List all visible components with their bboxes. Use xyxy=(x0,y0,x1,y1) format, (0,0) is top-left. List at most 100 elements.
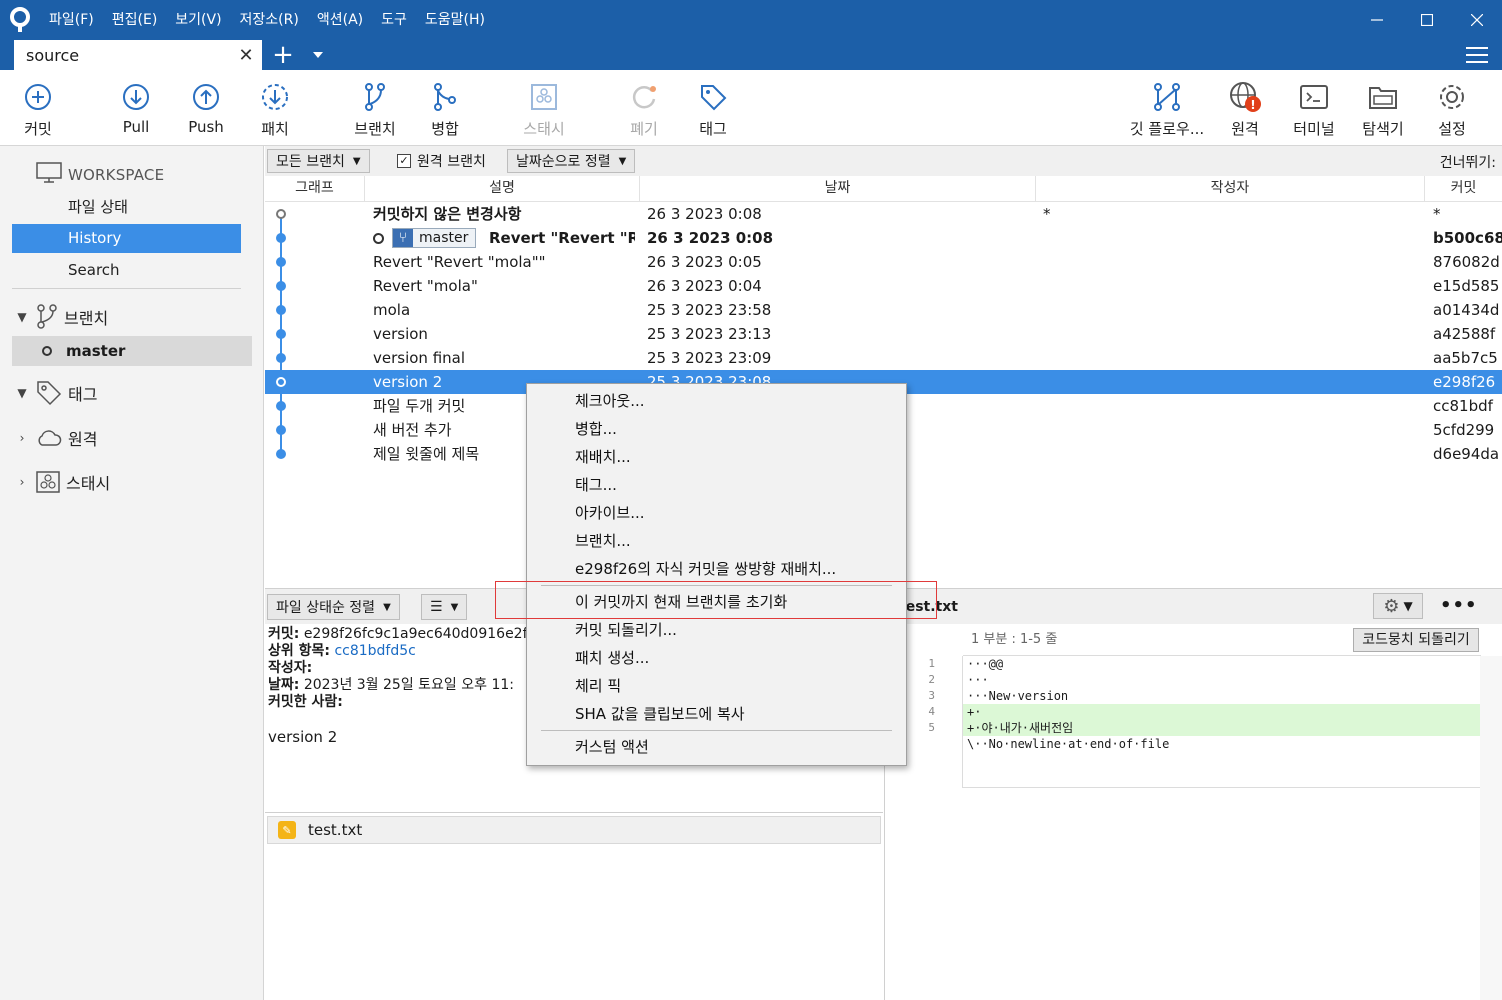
tab-source[interactable]: source ✕ xyxy=(14,40,262,70)
jump-to-label: 건너뛰기: xyxy=(1439,155,1496,171)
chevron-down-icon: ▼ xyxy=(450,601,459,613)
column-author[interactable]: 작성자 xyxy=(1036,176,1425,202)
modified-file-icon: ✎ xyxy=(278,821,296,839)
menu-item-rebase[interactable]: 재배치... xyxy=(527,443,906,471)
maximize-button[interactable] xyxy=(1402,0,1452,40)
sort-order-dropdown[interactable]: 날짜순으로 정렬 ▼ xyxy=(507,149,636,173)
sidebar-group-remotes[interactable]: › 원격 xyxy=(14,426,98,450)
add-tab-button[interactable]: + xyxy=(271,41,295,69)
push-button[interactable]: Push xyxy=(170,78,242,136)
commit-row[interactable]: mola 25 3 2023 23:58 a01434d xyxy=(265,298,1502,322)
menu-item-custom-actions[interactable]: 커스텀 액션 xyxy=(527,733,906,761)
pull-icon xyxy=(100,78,172,116)
column-date[interactable]: 날짜 xyxy=(640,176,1036,202)
tab-title: source xyxy=(26,45,80,65)
close-tab-icon[interactable]: ✕ xyxy=(236,45,256,66)
stash-button[interactable]: 스태시 xyxy=(508,78,580,139)
graph-node xyxy=(276,353,286,363)
branch-icon xyxy=(339,78,411,116)
menu-tools[interactable]: 도구 xyxy=(372,0,416,40)
branch-filter-dropdown[interactable]: 모든 브랜치 ▼ xyxy=(267,149,370,173)
menu-item-revert-commit[interactable]: 커밋 되돌리기... xyxy=(527,616,906,644)
monitor-icon xyxy=(36,162,62,188)
chevron-down-icon: ▼ xyxy=(17,386,27,400)
menu-item-cherry-pick[interactable]: 체리 픽 xyxy=(527,672,906,700)
merge-button[interactable]: 병합 xyxy=(409,78,481,139)
sidebar-item-file-status[interactable]: 파일 상태 xyxy=(12,193,241,222)
commit-context-menu: 체크아웃... 병합... 재배치... 태그... 아카이브... 브랜치..… xyxy=(526,383,907,766)
sidebar-item-history[interactable]: History xyxy=(12,224,241,253)
column-commit[interactable]: 커밋 xyxy=(1425,176,1502,202)
menu-actions[interactable]: 액션(A) xyxy=(308,0,372,40)
commit-row[interactable]: Revert "Revert "mola"" 26 3 2023 0:05 87… xyxy=(265,250,1502,274)
menu-item-checkout[interactable]: 체크아웃... xyxy=(527,387,906,415)
settings-button[interactable]: 설정 xyxy=(1416,78,1488,139)
discard-button[interactable]: 폐기 xyxy=(608,78,680,139)
commit-row[interactable]: version final 25 3 2023 23:09 aa5b7c5 xyxy=(265,346,1502,370)
commit-row[interactable]: Revert "mola" 26 3 2023 0:04 e15d585 xyxy=(265,274,1502,298)
column-graph[interactable]: 그래프 xyxy=(265,176,365,202)
menu-item-archive[interactable]: 아카이브... xyxy=(527,499,906,527)
menu-repository[interactable]: 저장소(R) xyxy=(231,0,308,40)
commit-row[interactable]: ⑂ master Revert "Revert "Revert "mola"""… xyxy=(265,226,1502,250)
tab-bar: source ✕ + xyxy=(0,40,1502,70)
commit-row[interactable]: 커밋하지 않은 변경사항 26 3 2023 0:08 * * xyxy=(265,202,1502,226)
hamburger-menu-icon[interactable] xyxy=(1466,44,1488,66)
tag-button[interactable]: 태그 xyxy=(677,78,749,139)
menu-item-merge[interactable]: 병합... xyxy=(527,415,906,443)
discard-icon xyxy=(608,78,680,116)
menu-edit[interactable]: 편집(E) xyxy=(103,0,167,40)
more-options-icon[interactable]: ••• xyxy=(1440,595,1478,616)
changed-file-row[interactable]: ✎ test.txt xyxy=(267,816,881,844)
close-window-button[interactable] xyxy=(1452,0,1502,40)
menu-help[interactable]: 도움말(H) xyxy=(416,0,494,40)
svg-text:!: ! xyxy=(1250,98,1255,112)
menu-item-tag[interactable]: 태그... xyxy=(527,471,906,499)
commit-sha: e298f26fc9c1a9ec640d0916e2f xyxy=(303,626,528,642)
sidebar-branch-master[interactable]: master xyxy=(12,336,252,366)
menu-item-create-patch[interactable]: 패치 생성... xyxy=(527,644,906,672)
pull-button[interactable]: Pull xyxy=(100,78,172,136)
sidebar-group-branches[interactable]: ▼ 브랜치 xyxy=(14,304,108,330)
menu-item-copy-sha[interactable]: SHA 값을 클립보드에 복사 xyxy=(527,700,906,728)
parent-commit-link[interactable]: cc81bdfd5c xyxy=(334,643,415,659)
changed-files-list: ✎ test.txt xyxy=(265,812,883,1000)
branch-icon xyxy=(36,304,58,330)
branch-button[interactable]: 브랜치 xyxy=(339,78,411,139)
terminal-button[interactable]: 터미널 xyxy=(1278,78,1350,139)
minimize-button[interactable] xyxy=(1352,0,1402,40)
chevron-right-icon: › xyxy=(19,475,25,489)
stash-icon xyxy=(508,78,580,116)
diff-options-dropdown[interactable]: ⚙ ▼ xyxy=(1373,593,1423,619)
graph-node xyxy=(276,425,286,435)
graph-node-selected xyxy=(276,377,286,387)
fetch-patch-button[interactable]: 패치 xyxy=(239,78,311,139)
file-sort-dropdown[interactable]: 파일 상태순 정렬 ▼ xyxy=(267,594,400,620)
branch-label-master[interactable]: ⑂ master xyxy=(392,228,476,248)
sidebar-group-tags[interactable]: ▼ 태그 xyxy=(14,380,97,406)
column-description[interactable]: 설명 xyxy=(365,176,640,202)
chevron-down-icon: ▼ xyxy=(352,155,361,167)
tag-icon xyxy=(677,78,749,116)
graph-node xyxy=(276,329,286,339)
remote-branches-checkbox[interactable]: ✓ 원격 브랜치 xyxy=(397,151,486,171)
commit-button[interactable]: 커밋 xyxy=(2,78,74,139)
remote-button[interactable]: ! 원격 xyxy=(1209,78,1281,139)
sidebar-item-search[interactable]: Search xyxy=(12,256,241,285)
menu-item-interactive-rebase[interactable]: e298f26의 자식 커밋을 쌍방향 재배치... xyxy=(527,555,906,583)
revert-hunk-button[interactable]: 코드뭉치 되돌리기 xyxy=(1353,628,1479,652)
git-flow-button[interactable]: 깃 플로우... xyxy=(1122,78,1212,139)
commit-row[interactable]: version 25 3 2023 23:13 a42588f xyxy=(265,322,1502,346)
sidebar-group-stashes[interactable]: › 스태시 xyxy=(14,470,110,494)
view-mode-dropdown[interactable]: ☰ ▼ xyxy=(421,594,468,620)
menu-file[interactable]: 파일(F) xyxy=(40,0,103,40)
patch-icon xyxy=(239,78,311,116)
menu-item-branch[interactable]: 브랜치... xyxy=(527,527,906,555)
explorer-button[interactable]: 탐색기 xyxy=(1347,78,1419,139)
menu-view[interactable]: 보기(V) xyxy=(166,0,230,40)
gear-icon: ⚙ xyxy=(1383,595,1400,617)
graph-node xyxy=(276,257,286,267)
diff-scrollbar[interactable] xyxy=(1480,656,1502,1000)
tab-dropdown-icon[interactable] xyxy=(308,41,328,69)
chevron-down-icon: ▼ xyxy=(383,601,391,613)
